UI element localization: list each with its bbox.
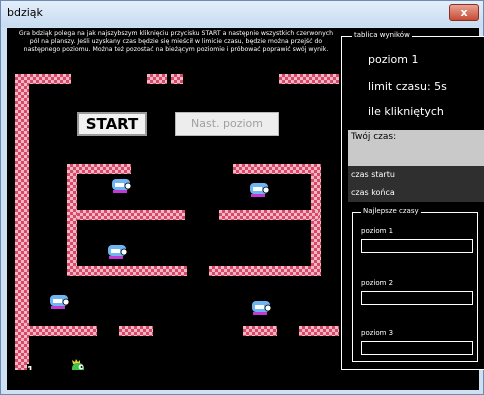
enemy-icon — [112, 179, 132, 193]
best-level-3-label: poziom 3 — [361, 329, 394, 337]
game-board[interactable]: START Nast. poziom — [15, 74, 339, 370]
start-time-row: czas startu — [348, 166, 484, 184]
level-indicator: poziom 1 — [368, 53, 419, 66]
wall-upper-right-bottom[interactable] — [209, 266, 321, 276]
start-button[interactable]: START — [77, 112, 147, 136]
best-level-3-field[interactable] — [361, 341, 473, 355]
enemy-visor — [115, 183, 124, 187]
best-level-1-field[interactable] — [361, 239, 473, 253]
wall-upper-right-top[interactable] — [233, 164, 321, 174]
enemy-icon — [50, 295, 70, 309]
best-times-group: Najlepsze czasy poziom 1 poziom 2 poziom… — [352, 207, 478, 362]
enemy-icon — [252, 301, 272, 315]
end-time-row: czas końca — [348, 184, 484, 202]
wall-ledge-4[interactable] — [299, 326, 339, 336]
start-time-label: czas startu — [351, 170, 395, 179]
wall-ledge-2[interactable] — [119, 326, 153, 336]
window-title: bdziąk — [7, 6, 43, 19]
client-area: Gra bdziąk polega na jak najszybszym kli… — [7, 28, 484, 390]
enemy-eye — [124, 182, 132, 190]
end-time-label: czas końca — [351, 188, 395, 197]
your-time-box: Twój czas: — [348, 130, 484, 166]
enemy-icon — [250, 183, 270, 197]
enemy-feet — [113, 190, 127, 193]
wall-upper-right-mid[interactable] — [219, 210, 319, 220]
wall-ledge-3[interactable] — [243, 326, 277, 336]
enemy-icon — [108, 245, 128, 259]
best-level-1-label: poziom 1 — [361, 227, 394, 235]
best-level-2-label: poziom 2 — [361, 279, 394, 287]
score-panel: tablica wyników poziom 1 limit czasu: 5s… — [341, 31, 484, 370]
click-counter: 1 — [27, 364, 34, 370]
wall-upper-left-bottom[interactable] — [67, 266, 187, 276]
next-level-button[interactable]: Nast. poziom — [175, 112, 279, 136]
time-limit: limit czasu: 5s — [368, 80, 447, 93]
clicks-count: ile klikniętych — [368, 105, 444, 118]
best-times-legend: Najlepsze czasy — [361, 207, 421, 215]
player-dragon-icon — [72, 359, 84, 370]
close-button[interactable]: x — [449, 4, 479, 21]
your-time-label: Twój czas: — [351, 132, 397, 142]
title-bar[interactable]: bdziąk x — [1, 1, 483, 27]
wall-upper-left-mid[interactable] — [77, 210, 185, 220]
app-window: bdziąk x Gra bdziąk polega na jak najszy… — [0, 0, 484, 395]
game-instructions: Gra bdziąk polega na jak najszybszym kli… — [18, 30, 334, 53]
best-level-2-field[interactable] — [361, 291, 473, 305]
wall-ledge-1[interactable] — [15, 326, 97, 336]
score-panel-legend: tablica wyników — [352, 31, 412, 39]
wall-top-mid-a[interactable] — [147, 74, 167, 84]
wall-top-left[interactable] — [15, 74, 71, 84]
wall-upper-right-side[interactable] — [311, 164, 321, 276]
wall-upper-left-side[interactable] — [67, 164, 77, 270]
wall-top-mid-b[interactable] — [171, 74, 183, 84]
wall-top-right[interactable] — [279, 74, 339, 84]
